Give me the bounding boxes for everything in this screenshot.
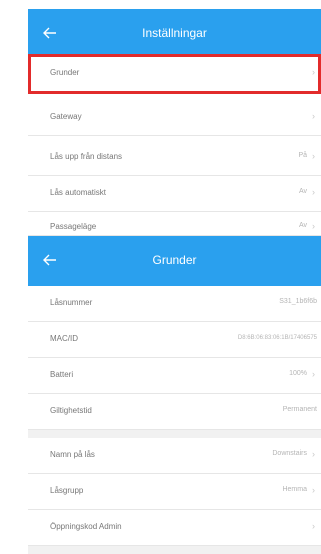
item-label: Batteri bbox=[50, 370, 74, 379]
page-title: Inställningar bbox=[142, 26, 207, 40]
chevron-right-icon: › bbox=[312, 485, 315, 495]
item-value: D8:6B:06:83:06:1B/17406575 bbox=[237, 335, 317, 341]
settings-item-remote-unlock[interactable]: Lås upp från distans På › bbox=[28, 140, 321, 176]
basics-item-battery[interactable]: Batteri 100% › bbox=[28, 358, 321, 394]
settings-item-auto-lock[interactable]: Lås automatiskt Av › bbox=[28, 176, 321, 212]
basics-item-admin-passcode[interactable]: Öppningskod Admin › bbox=[28, 510, 321, 546]
basics-item-lock-name[interactable]: Namn på lås Downstairs › bbox=[28, 438, 321, 474]
item-value: Permanent bbox=[282, 406, 317, 413]
item-label: Låsgrupp bbox=[50, 486, 84, 495]
chevron-right-icon: › bbox=[312, 221, 315, 231]
item-label: Lås automatiskt bbox=[50, 188, 107, 197]
settings-header: Inställningar bbox=[28, 9, 321, 59]
item-value: Av bbox=[298, 188, 307, 195]
item-label: Lås upp från distans bbox=[50, 152, 123, 161]
phone-screen: Inställningar Grunder › Gateway › Lås up… bbox=[28, 0, 321, 554]
settings-item-passage-mode[interactable]: Passageläge Av › bbox=[28, 212, 321, 236]
chevron-right-icon: › bbox=[312, 151, 315, 161]
section-gap bbox=[28, 430, 321, 438]
item-label: Giltighetstid bbox=[50, 406, 92, 415]
item-value: Av bbox=[298, 222, 307, 229]
chevron-right-icon: › bbox=[312, 449, 315, 459]
item-label: Öppningskod Admin bbox=[50, 522, 122, 531]
item-value: 100% bbox=[289, 370, 307, 377]
page-title: Grunder bbox=[152, 253, 197, 267]
item-value: S31_1b6f6b bbox=[279, 298, 317, 305]
settings-item-gateway[interactable]: Gateway › bbox=[28, 100, 321, 136]
basics-item-mac-id: MAC/ID D8:6B:06:83:06:1B/17406575 bbox=[28, 322, 321, 358]
basics-item-validity: Giltighetstid Permanent bbox=[28, 394, 321, 430]
item-label: Namn på lås bbox=[50, 450, 95, 459]
basics-item-lock-group[interactable]: Låsgrupp Hemma › bbox=[28, 474, 321, 510]
item-label: Passageläge bbox=[50, 222, 97, 231]
basics-item-lock-number: Låsnummer S31_1b6f6b bbox=[28, 286, 321, 322]
section-gap bbox=[28, 546, 321, 554]
item-value: Downstairs bbox=[272, 450, 307, 457]
item-label: Gateway bbox=[50, 112, 82, 121]
item-value: Hemma bbox=[282, 486, 307, 493]
chevron-right-icon: › bbox=[312, 111, 315, 121]
item-value: På bbox=[298, 152, 307, 159]
item-label: Låsnummer bbox=[50, 298, 93, 307]
chevron-right-icon: › bbox=[312, 521, 315, 531]
basics-header: Grunder bbox=[28, 236, 321, 286]
item-label: MAC/ID bbox=[50, 334, 78, 343]
highlight-box bbox=[28, 54, 321, 94]
chevron-right-icon: › bbox=[312, 187, 315, 197]
chevron-right-icon: › bbox=[312, 369, 315, 379]
